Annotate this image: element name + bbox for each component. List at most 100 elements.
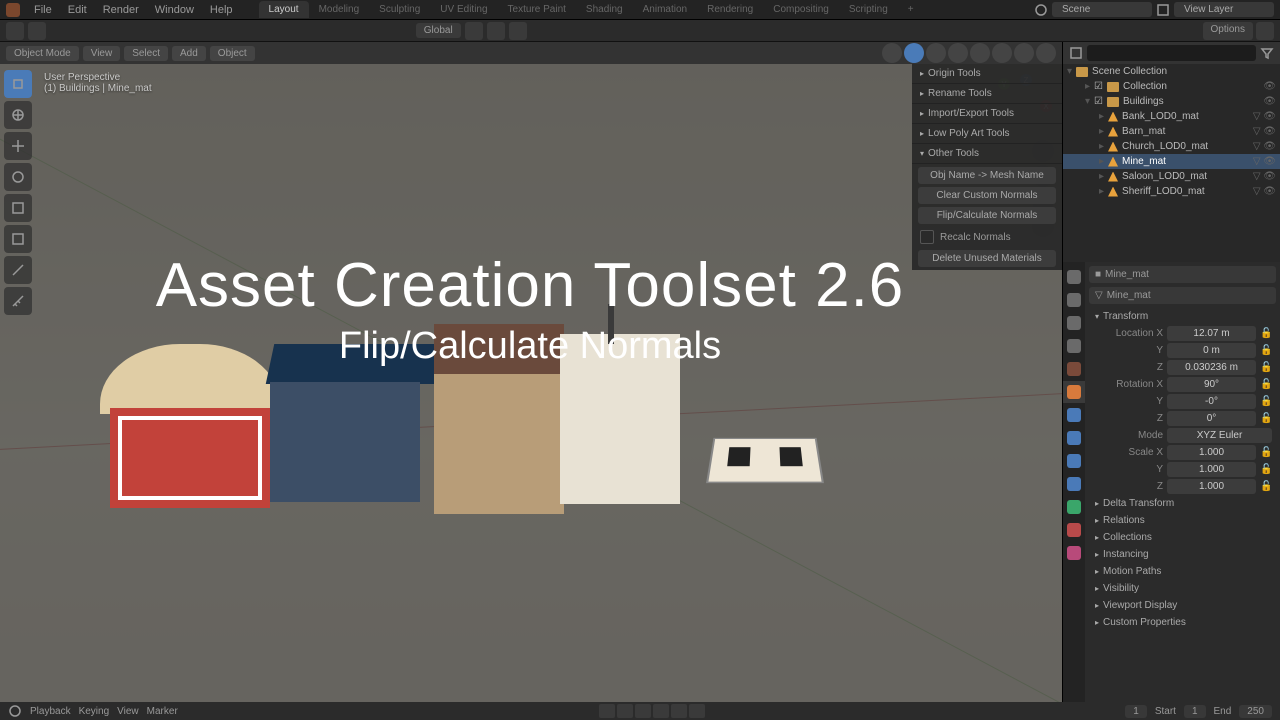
data-name-field[interactable]: ▽ Mine_mat	[1089, 287, 1276, 304]
workspace-tab[interactable]: Layout	[259, 1, 309, 18]
measure-tool[interactable]	[4, 287, 32, 315]
prop-tab-physics[interactable]	[1063, 450, 1085, 472]
custom-properties-section[interactable]: Custom Properties	[1089, 614, 1276, 631]
overlay-toggle-icon[interactable]	[904, 43, 924, 63]
scale-y-field[interactable]: 1.000	[1167, 462, 1256, 477]
flip-normals-button[interactable]: Flip/Calculate Normals	[918, 207, 1056, 224]
move-tool[interactable]	[4, 132, 32, 160]
options-dropdown[interactable]: Options	[1203, 22, 1253, 40]
rotation-z-field[interactable]: 0°	[1167, 411, 1256, 426]
npanel-section[interactable]: Rename Tools	[912, 84, 1062, 104]
rotation-x-field[interactable]: 90°	[1167, 377, 1256, 392]
cursor-tool[interactable]	[4, 101, 32, 129]
rotation-mode-select[interactable]: XYZ Euler	[1167, 428, 1272, 443]
viewlayer-field[interactable]: View Layer	[1174, 2, 1274, 17]
tree-scene-collection[interactable]: ▾Scene Collection	[1063, 64, 1280, 79]
lock-icon[interactable]: 🔓	[1260, 379, 1272, 390]
prop-tab-material[interactable]	[1063, 519, 1085, 541]
prop-tab-modifier[interactable]	[1063, 404, 1085, 426]
npanel-section[interactable]: Other Tools	[912, 144, 1062, 164]
lock-icon[interactable]: 🔓	[1260, 481, 1272, 492]
prop-tab-world[interactable]	[1063, 358, 1085, 380]
npanel-section[interactable]: Import/Export Tools	[912, 104, 1062, 124]
lock-icon[interactable]: 🔓	[1260, 447, 1272, 458]
workspace-tab[interactable]: Shading	[576, 1, 633, 18]
shading-matcap-icon[interactable]	[992, 43, 1012, 63]
shading-dropdown-icon[interactable]	[1036, 43, 1056, 63]
lock-icon[interactable]: 🔓	[1260, 464, 1272, 475]
mine-object[interactable]	[710, 424, 860, 504]
clear-normals-button[interactable]: Clear Custom Normals	[918, 187, 1056, 204]
church-object[interactable]	[560, 334, 680, 504]
scale-tool[interactable]	[4, 194, 32, 222]
scene-field[interactable]: Scene	[1052, 2, 1152, 17]
select-menu[interactable]: Select	[124, 46, 168, 61]
viewport-display-section[interactable]: Viewport Display	[1089, 597, 1276, 614]
npanel-section[interactable]: Origin Tools	[912, 64, 1062, 84]
barn-object[interactable]	[100, 344, 280, 504]
prop-tab-viewlayer[interactable]	[1063, 312, 1085, 334]
workspace-tab[interactable]: Scripting	[839, 1, 898, 18]
workspace-tab[interactable]: Rendering	[697, 1, 763, 18]
lock-icon[interactable]: 🔓	[1260, 345, 1272, 356]
tree-item[interactable]: ▸Saloon_LOD0_mat▽ 👁	[1063, 169, 1280, 184]
object-name-field[interactable]: ■ Mine_mat	[1089, 266, 1276, 283]
workspace-tab[interactable]: UV Editing	[430, 1, 497, 18]
object-menu[interactable]: Object	[210, 46, 255, 61]
scale-x-field[interactable]: 1.000	[1167, 445, 1256, 460]
outliner-search[interactable]	[1087, 45, 1256, 61]
prop-tab-data[interactable]	[1063, 496, 1085, 518]
menu-help[interactable]: Help	[202, 4, 241, 16]
xray-icon[interactable]	[926, 43, 946, 63]
playback-menu[interactable]: Playback	[30, 706, 71, 717]
prop-tab-scene[interactable]	[1063, 335, 1085, 357]
play-icon[interactable]	[653, 704, 669, 718]
workspace-tab[interactable]: Sculpting	[369, 1, 430, 18]
prop-tab-constraint[interactable]	[1063, 473, 1085, 495]
menu-file[interactable]: File	[26, 4, 60, 16]
marker-menu[interactable]: Marker	[147, 706, 178, 717]
recalc-normals-checkbox[interactable]: Recalc Normals	[912, 227, 1062, 247]
menu-edit[interactable]: Edit	[60, 4, 95, 16]
workspace-tab[interactable]: Texture Paint	[498, 1, 576, 18]
visibility-section[interactable]: Visibility	[1089, 580, 1276, 597]
rotate-tool[interactable]	[4, 163, 32, 191]
bank-object[interactable]	[270, 344, 440, 504]
obj-to-mesh-button[interactable]: Obj Name -> Mesh Name	[918, 167, 1056, 184]
select-tool-icon[interactable]	[28, 22, 46, 40]
collections-section[interactable]: Collections	[1089, 529, 1276, 546]
add-menu[interactable]: Add	[172, 46, 206, 61]
scale-z-field[interactable]: 1.000	[1167, 479, 1256, 494]
prop-tab-output[interactable]	[1063, 289, 1085, 311]
delta-transform-section[interactable]: Delta Transform	[1089, 495, 1276, 512]
relations-section[interactable]: Relations	[1089, 512, 1276, 529]
tree-collection[interactable]: ▸☑Collection👁	[1063, 79, 1280, 94]
prop-tab-render[interactable]	[1063, 266, 1085, 288]
menu-window[interactable]: Window	[147, 4, 202, 16]
filter-icon[interactable]	[1260, 46, 1274, 60]
snap-icon[interactable]	[487, 22, 505, 40]
tree-item[interactable]: ▸Sheriff_LOD0_mat▽ 👁	[1063, 184, 1280, 199]
orientation-select[interactable]: Global	[416, 23, 461, 38]
3d-viewport[interactable]: User Perspective (1) Buildings | Mine_ma…	[0, 64, 1062, 702]
motionpaths-section[interactable]: Motion Paths	[1089, 563, 1276, 580]
location-y-field[interactable]: 0 m	[1167, 343, 1256, 358]
rotation-y-field[interactable]: -0°	[1167, 394, 1256, 409]
location-x-field[interactable]: 12.07 m	[1167, 326, 1256, 341]
filter-icon[interactable]	[1256, 22, 1274, 40]
end-frame-field[interactable]: 250	[1239, 705, 1272, 718]
play-reverse-icon[interactable]	[635, 704, 651, 718]
prop-tab-texture[interactable]	[1063, 542, 1085, 564]
view-menu[interactable]: View	[83, 46, 121, 61]
lock-icon[interactable]: 🔓	[1260, 396, 1272, 407]
jump-end-icon[interactable]	[689, 704, 705, 718]
lock-icon[interactable]: 🔓	[1260, 413, 1272, 424]
delete-unused-button[interactable]: Delete Unused Materials	[918, 250, 1056, 267]
tree-item[interactable]: ▸Bank_LOD0_mat▽ 👁	[1063, 109, 1280, 124]
view-menu[interactable]: View	[117, 706, 139, 717]
keyframe-next-icon[interactable]	[671, 704, 687, 718]
keyframe-prev-icon[interactable]	[617, 704, 633, 718]
annotate-tool[interactable]	[4, 256, 32, 284]
tree-item[interactable]: ▸Church_LOD0_mat▽ 👁	[1063, 139, 1280, 154]
prop-tab-particle[interactable]	[1063, 427, 1085, 449]
